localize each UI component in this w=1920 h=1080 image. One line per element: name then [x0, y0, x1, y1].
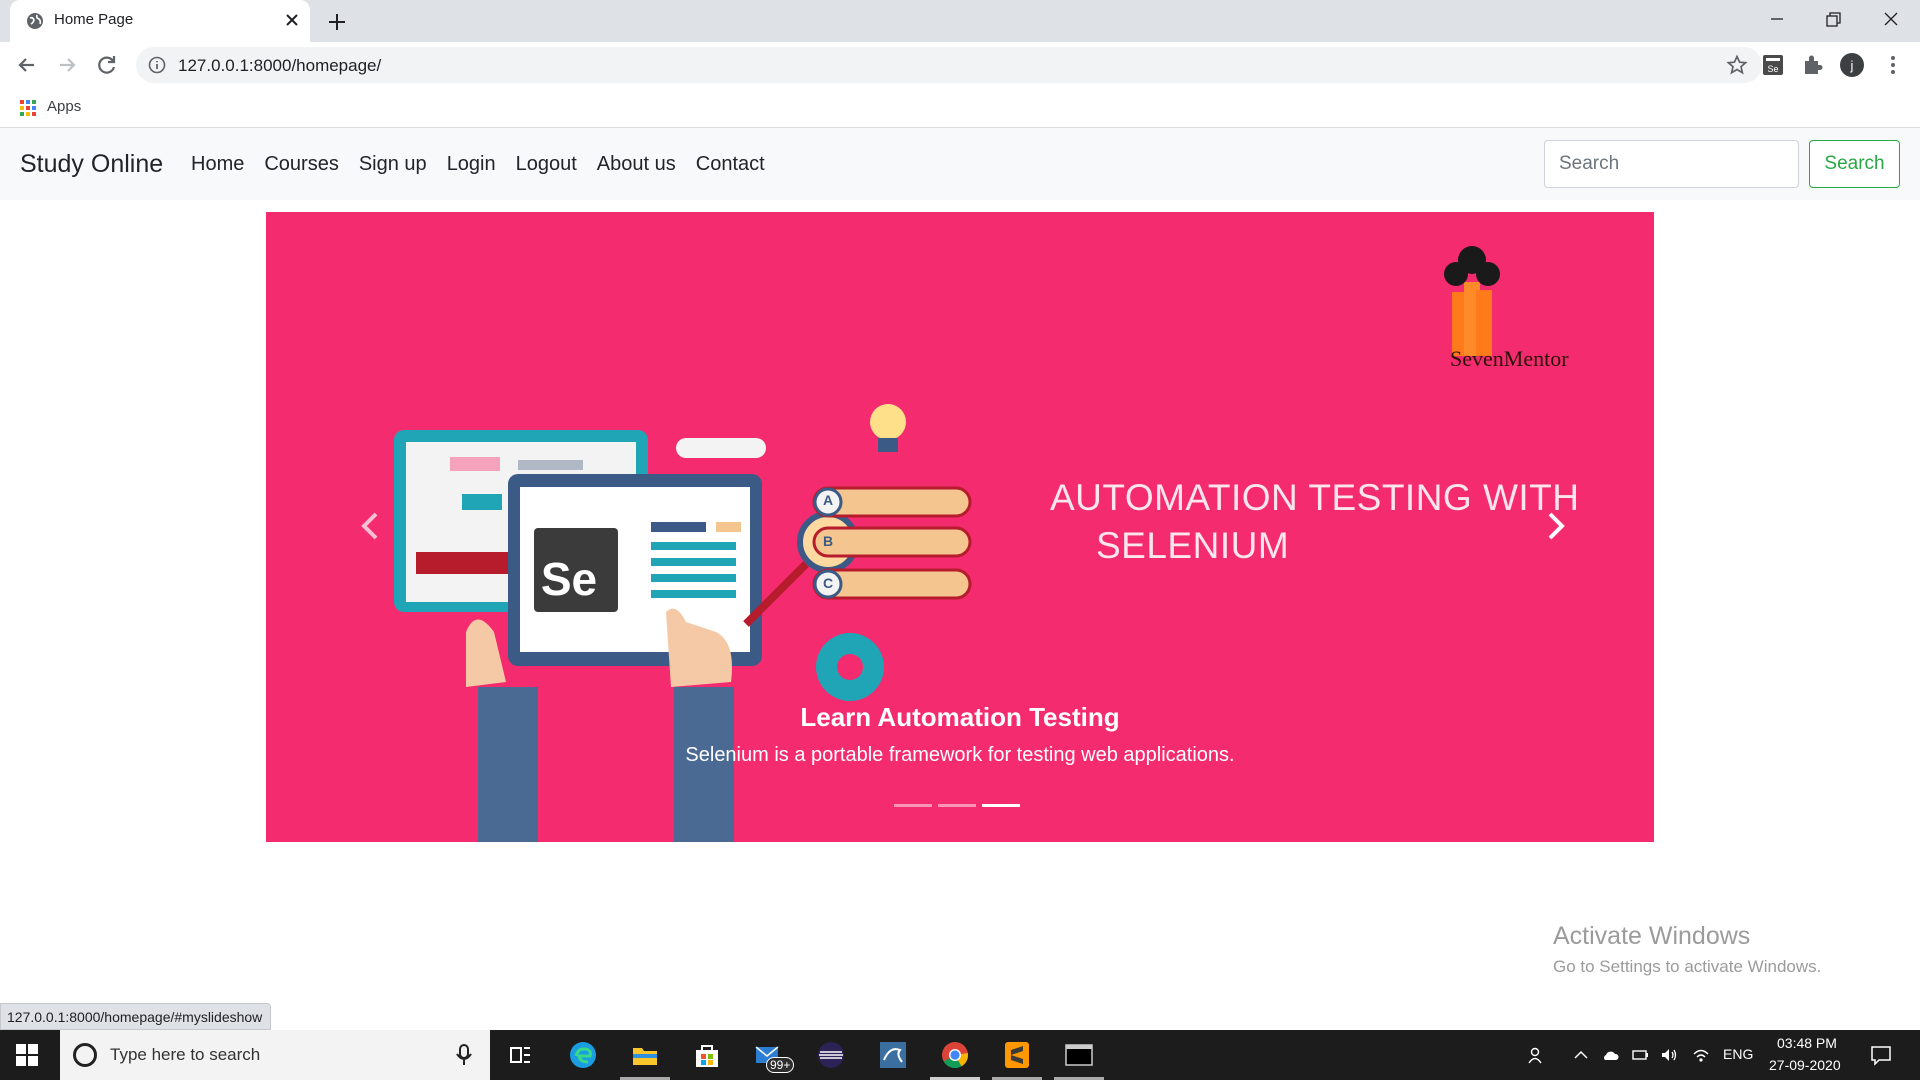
carousel-caption-title: Learn Automation Testing — [800, 702, 1120, 732]
address-bar[interactable]: 127.0.0.1:8000/homepage/ — [136, 47, 1762, 83]
bookmarks-bar: Apps — [0, 88, 1920, 128]
browser-toolbar: 127.0.0.1:8000/homepage/ Se j — [0, 42, 1920, 88]
site-brand[interactable]: Study Online — [20, 150, 163, 179]
minimize-icon[interactable] — [1762, 6, 1792, 36]
clock-date[interactable]: 27-09-2020 — [1769, 1057, 1841, 1073]
task-view-icon[interactable] — [505, 1040, 535, 1070]
restore-icon[interactable] — [1818, 6, 1848, 36]
battery-icon[interactable] — [1631, 1046, 1649, 1064]
site-navbar: Study Online Home Courses Sign up Login … — [0, 128, 1920, 200]
nav-link-contact[interactable]: Contact — [696, 153, 765, 176]
nav-link-about[interactable]: About us — [597, 153, 676, 176]
nav-link-home[interactable]: Home — [191, 153, 244, 176]
close-tab-icon[interactable] — [282, 10, 302, 30]
cortana-icon — [73, 1043, 97, 1067]
carousel-indicators — [894, 804, 1020, 807]
site-search-input[interactable] — [1544, 140, 1799, 188]
apps-grid-icon[interactable] — [19, 99, 37, 117]
nav-link-logout[interactable]: Logout — [516, 153, 577, 176]
mysql-workbench-icon[interactable] — [878, 1040, 908, 1070]
nav-link-login[interactable]: Login — [447, 153, 496, 176]
browser-tab[interactable]: Home Page — [10, 0, 310, 42]
nav-link-courses[interactable]: Courses — [264, 153, 338, 176]
windows-taskbar: Type here to search 99+ ENG 03:48 PM 27-… — [0, 1030, 1920, 1080]
link-status-bar: 127.0.0.1:8000/homepage/#myslideshow — [0, 1003, 272, 1030]
tab-title: Home Page — [54, 11, 134, 28]
svg-text:Se: Se — [1767, 64, 1778, 74]
carousel-prev-icon[interactable] — [354, 504, 388, 548]
people-icon[interactable] — [1527, 1046, 1545, 1064]
clock-time[interactable]: 03:48 PM — [1777, 1035, 1837, 1051]
globe-icon — [27, 13, 43, 29]
activate-windows-watermark: Activate Windows Go to Settings to activ… — [1553, 922, 1821, 977]
back-icon[interactable] — [14, 52, 40, 78]
carousel-indicator-1[interactable] — [894, 804, 932, 807]
url-text[interactable]: 127.0.0.1:8000/homepage/ — [178, 56, 381, 76]
image-carousel: SevenMentor Se A B C AUTOMATION TESTING … — [266, 212, 1654, 842]
onedrive-cloud-icon[interactable] — [1601, 1046, 1619, 1064]
bookmark-star-icon[interactable] — [1726, 54, 1748, 76]
windows-start-icon[interactable] — [16, 1044, 38, 1066]
carousel-indicator-3[interactable] — [982, 804, 1020, 807]
chrome-icon[interactable] — [940, 1040, 970, 1070]
profile-avatar-icon[interactable]: j — [1839, 52, 1865, 78]
carousel-caption-text: Selenium is a portable framework for tes… — [685, 744, 1235, 766]
more-menu-icon[interactable] — [1880, 52, 1906, 78]
web-page: Study Online Home Courses Sign up Login … — [0, 128, 1920, 1030]
tab-strip: Home Page — [0, 0, 1920, 42]
show-hidden-icons-chevron-icon[interactable] — [1572, 1046, 1590, 1064]
volume-icon[interactable] — [1660, 1046, 1678, 1064]
apps-bookmark[interactable]: Apps — [47, 98, 81, 115]
microsoft-store-icon[interactable] — [692, 1040, 722, 1070]
file-explorer-icon[interactable] — [630, 1040, 660, 1070]
nav-link-signup[interactable]: Sign up — [359, 153, 427, 176]
sublime-text-icon[interactable] — [1002, 1040, 1032, 1070]
extensions-puzzle-icon[interactable] — [1800, 52, 1826, 78]
window-close-icon[interactable] — [1876, 6, 1906, 36]
carousel-next-icon[interactable] — [1538, 504, 1572, 548]
taskbar-search-box[interactable]: Type here to search — [60, 1030, 490, 1080]
notification-center-icon[interactable] — [1870, 1044, 1892, 1066]
site-search-button[interactable]: Search — [1809, 140, 1900, 188]
option-letter-a: A — [822, 492, 834, 508]
watermark-title: Activate Windows — [1553, 922, 1751, 950]
carousel-indicator-2[interactable] — [938, 804, 976, 807]
taskbar-search-placeholder: Type here to search — [110, 1045, 261, 1064]
wifi-icon[interactable] — [1692, 1046, 1710, 1064]
microphone-icon[interactable] — [456, 1044, 472, 1066]
forward-icon[interactable] — [54, 52, 80, 78]
selenium-ide-extension-icon[interactable]: Se — [1760, 52, 1786, 78]
selenium-badge: Se — [540, 553, 598, 605]
option-letter-c: C — [822, 575, 834, 591]
sevenmentor-logo-text: SevenMentor — [1450, 346, 1569, 371]
banner-headline-line1: AUTOMATION TESTING WITH — [1050, 477, 1580, 518]
mail-unread-badge: 99+ — [766, 1057, 795, 1073]
nav-links: Home Courses Sign up Login Logout About … — [191, 153, 785, 176]
option-letter-b: B — [822, 533, 834, 549]
banner-headline-line2: SELENIUM — [1096, 525, 1290, 567]
command-prompt-icon[interactable] — [1064, 1040, 1094, 1070]
banner-headline: AUTOMATION TESTING WITH SELENIUM — [1050, 474, 1610, 570]
watermark-subtitle: Go to Settings to activate Windows. — [1553, 957, 1822, 976]
new-tab-icon[interactable] — [325, 10, 349, 34]
language-indicator[interactable]: ENG — [1723, 1046, 1753, 1062]
eclipse-icon[interactable] — [816, 1040, 846, 1070]
reload-icon[interactable] — [94, 52, 120, 78]
svg-text:j: j — [1850, 58, 1854, 73]
edge-browser-icon[interactable] — [568, 1040, 598, 1070]
info-icon[interactable] — [148, 56, 166, 74]
